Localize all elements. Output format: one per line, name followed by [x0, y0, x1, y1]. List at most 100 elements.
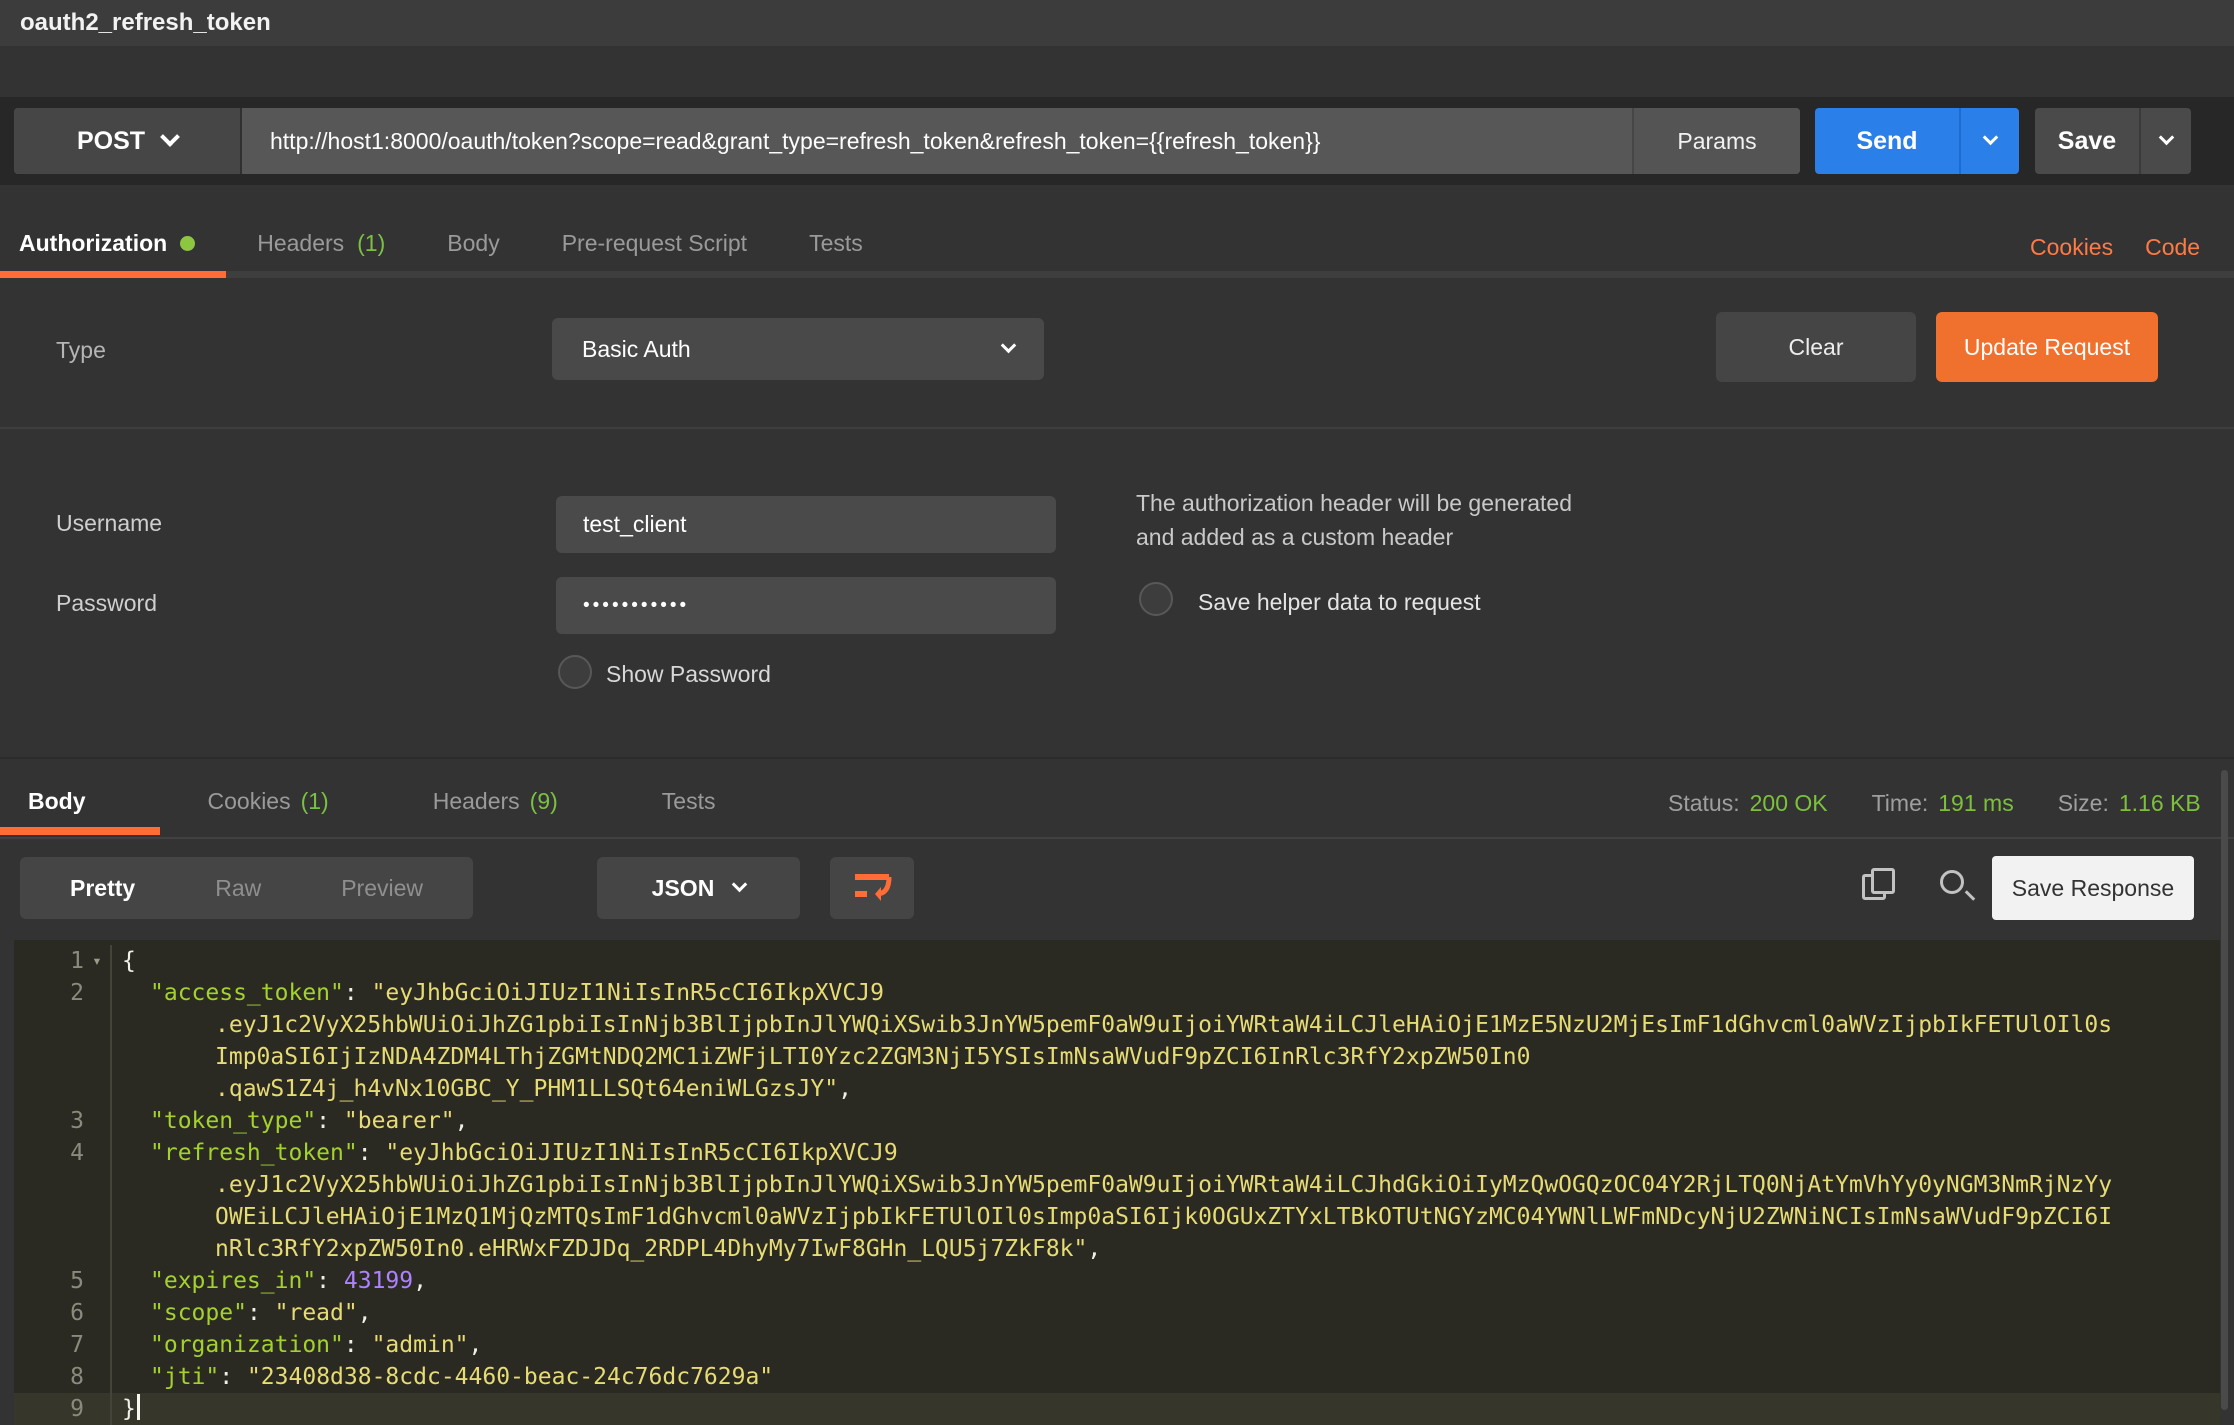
request-links: Cookies Code — [2030, 234, 2200, 261]
response-tab-cookies[interactable]: Cookies(1) — [208, 788, 329, 815]
cookies-link[interactable]: Cookies — [2030, 234, 2113, 261]
code-line: .qawS1Z4j_h4vNx10GBC_Y_PHM1LLSQt64eniWLG… — [14, 1073, 2220, 1105]
wrap-text-button[interactable] — [830, 857, 914, 919]
tab-pre-request-script[interactable]: Pre-request Script — [562, 230, 747, 257]
show-password-label: Show Password — [606, 661, 771, 688]
copy-button[interactable] — [1862, 868, 1902, 908]
line-number-gutter: 9 — [14, 1393, 112, 1425]
url-input[interactable]: http://host1:8000/oauth/token?scope=read… — [242, 108, 1632, 174]
response-body-json-viewer[interactable]: 1▾{2"access_token": "eyJhbGciOiJIUzI1NiI… — [14, 940, 2220, 1416]
auth-configured-dot — [180, 236, 195, 251]
method-label: POST — [77, 127, 145, 156]
save-options-button[interactable] — [2139, 108, 2191, 174]
auth-type-value: Basic Auth — [582, 336, 1003, 363]
tab-headers[interactable]: Headers(1) — [257, 230, 385, 257]
save-response-button[interactable]: Save Response — [1992, 856, 2194, 920]
tab-tests[interactable]: Tests — [809, 230, 863, 257]
chevron-down-icon — [160, 127, 180, 147]
save-button[interactable]: Save — [2035, 108, 2191, 174]
auth-type-select[interactable]: Basic Auth — [552, 318, 1044, 380]
tab-count-badge: (9) — [530, 788, 558, 815]
line-number-gutter — [14, 1233, 112, 1265]
response-tab-body[interactable]: Body — [28, 788, 86, 815]
auth-type-label: Type — [56, 337, 106, 364]
line-number-gutter: 1▾ — [14, 945, 112, 977]
view-mode-switcher: PrettyRawPreview — [20, 857, 473, 919]
view-mode-raw[interactable]: Raw — [175, 875, 301, 902]
username-field[interactable]: test_client — [556, 496, 1056, 553]
username-value: test_client — [583, 511, 687, 538]
code-line: .eyJ1c2VyX25hbWUiOiJhZG1pbiIsInNjb3BlIjp… — [14, 1169, 2220, 1201]
gutter-spacer — [84, 1265, 110, 1297]
chevron-down-icon — [1001, 337, 1017, 353]
line-number-gutter: 7 — [14, 1329, 112, 1361]
tab-count-badge: (1) — [301, 788, 329, 815]
tab-body[interactable]: Body — [447, 230, 499, 257]
url-value: http://host1:8000/oauth/token?scope=read… — [270, 128, 1320, 155]
chevron-down-icon — [732, 876, 748, 892]
line-number-gutter: 2 — [14, 977, 112, 1009]
search-button[interactable] — [1938, 868, 1978, 908]
auth-helper-note: The authorization header will be generat… — [1136, 486, 1616, 554]
response-tabs: Body Cookies(1) Headers(9) Tests — [28, 788, 819, 815]
tab-authorization[interactable]: Authorization — [19, 230, 195, 257]
line-number-gutter — [14, 1009, 112, 1041]
line-number-gutter: 5 — [14, 1265, 112, 1297]
gutter-spacer — [84, 1137, 110, 1169]
fold-arrow-icon[interactable]: ▾ — [84, 945, 110, 977]
save-helper-label: Save helper data to request — [1198, 589, 1481, 616]
line-number-gutter — [14, 1169, 112, 1201]
line-number-gutter: 6 — [14, 1297, 112, 1329]
code-line: 1▾{ — [14, 945, 2220, 977]
gutter-spacer — [84, 1041, 110, 1073]
code-line: 2"access_token": "eyJhbGciOiJIUzI1NiIsIn… — [14, 977, 2220, 1009]
code-line: 5"expires_in": 43199, — [14, 1265, 2220, 1297]
code-line: OWEiLCJleHAiOjE1MzQ1MjQzMTQsImF1dGhvcml0… — [14, 1201, 2220, 1233]
password-label: Password — [56, 590, 157, 617]
scrollbar-thumb[interactable] — [2221, 770, 2228, 1410]
code-line: 9} — [14, 1393, 2220, 1425]
password-field[interactable]: ••••••••••• — [556, 577, 1056, 634]
show-password-checkbox[interactable] — [558, 655, 592, 689]
line-number-gutter — [14, 1041, 112, 1073]
update-request-button[interactable]: Update Request — [1936, 312, 2158, 382]
section-divider — [0, 757, 2234, 759]
code-line: nRlc3RfY2xpZW50In0.eHRWxFZDJDq_2RDPL4Dhy… — [14, 1233, 2220, 1265]
gutter-spacer — [84, 1233, 110, 1265]
send-options-button[interactable] — [1959, 108, 2019, 174]
code-line: 3"token_type": "bearer", — [14, 1105, 2220, 1137]
gutter-spacer — [84, 1201, 110, 1233]
save-helper-checkbox[interactable] — [1139, 582, 1173, 616]
view-mode-pretty[interactable]: Pretty — [30, 875, 175, 902]
response-tab-tests[interactable]: Tests — [662, 788, 716, 815]
gutter-spacer — [84, 1329, 110, 1361]
code-line: 7"organization": "admin", — [14, 1329, 2220, 1361]
language-select[interactable]: JSON — [597, 857, 800, 919]
url-bar-row: POST http://host1:8000/oauth/token?scope… — [0, 97, 2234, 185]
tab-count-badge: (1) — [357, 230, 385, 257]
divider — [0, 427, 2234, 429]
gutter-spacer — [84, 1393, 110, 1425]
response-tab-headers[interactable]: Headers(9) — [433, 788, 558, 815]
gutter-spacer — [84, 1073, 110, 1105]
code-link[interactable]: Code — [2145, 234, 2200, 261]
params-button[interactable]: Params — [1632, 108, 1800, 174]
line-number-gutter — [14, 1201, 112, 1233]
meta-status: Status:200 OK — [1668, 790, 1828, 817]
language-value: JSON — [652, 875, 715, 902]
gutter-spacer — [84, 1297, 110, 1329]
postman-app: { "title": "oauth2_refresh_token", "requ… — [0, 0, 2234, 1416]
gutter-spacer — [84, 1009, 110, 1041]
line-number-gutter: 8 — [14, 1361, 112, 1393]
request-tabs-divider — [0, 271, 2234, 278]
clear-button[interactable]: Clear — [1716, 312, 1916, 382]
method-url-group: POST http://host1:8000/oauth/token?scope… — [14, 108, 1800, 174]
request-tabs: Authorization Headers(1) Body Pre-request S… — [19, 230, 925, 257]
gutter-spacer — [84, 977, 110, 1009]
chevron-down-icon — [1982, 129, 1998, 145]
meta-time: Time:191 ms — [1872, 790, 2014, 817]
view-mode-preview[interactable]: Preview — [301, 875, 463, 902]
send-button[interactable]: Send — [1815, 108, 2019, 174]
request-title: oauth2_refresh_token — [20, 9, 271, 37]
method-select[interactable]: POST — [14, 108, 242, 174]
